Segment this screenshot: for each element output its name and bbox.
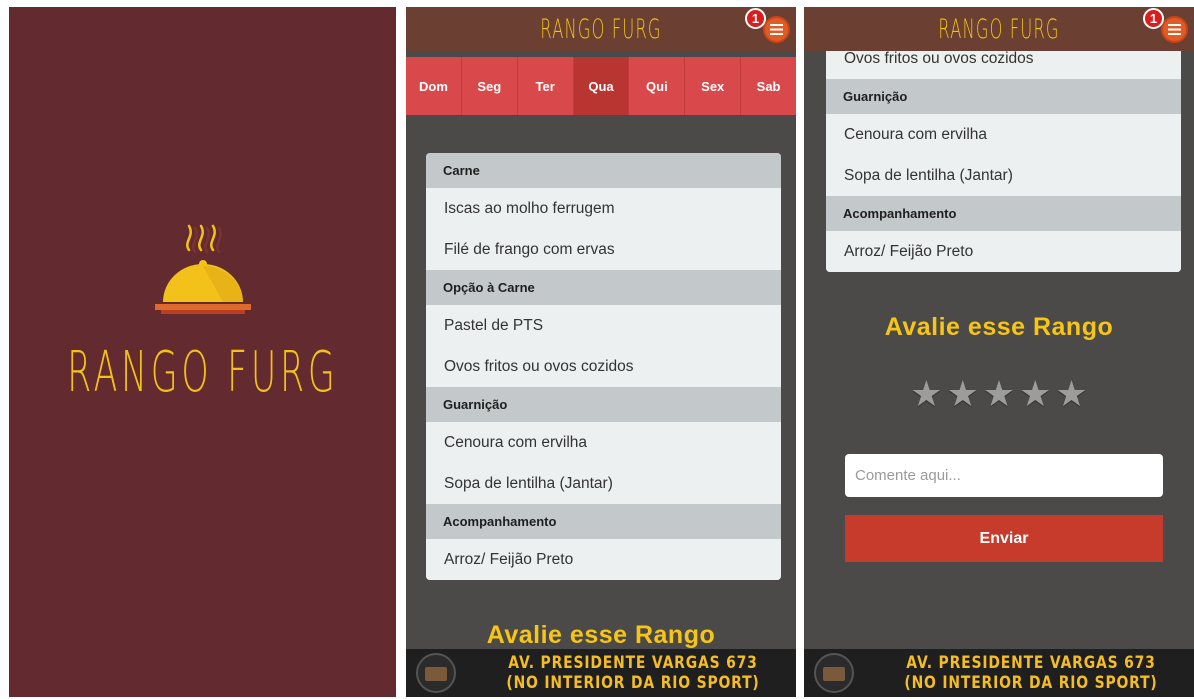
tab-dom[interactable]: Dom	[406, 57, 462, 115]
menu-screen: RANGO FURG 1 Dom Seg Ter Qua Qui Sex Sab…	[406, 7, 796, 697]
menu-item: Pastel de PTS	[426, 305, 781, 346]
top-bar: RANGO FURG 1	[804, 7, 1194, 51]
category-header: Acompanhamento	[426, 504, 781, 539]
category-header: Guarnição	[826, 79, 1181, 114]
star-icon[interactable]: ★	[947, 376, 979, 412]
menu-button[interactable]	[763, 16, 790, 43]
hamburger-icon	[770, 24, 783, 35]
star-icon[interactable]: ★	[910, 376, 942, 412]
hamburger-icon	[1168, 24, 1181, 35]
menu-card: Carne Iscas ao molho ferrugem Filé de fr…	[426, 153, 781, 580]
app-title: RANGO FURG	[540, 13, 662, 45]
category-header: Guarnição	[426, 387, 781, 422]
ad-text-line1: AV. PRESIDENTE VARGAS 673	[508, 653, 758, 673]
category-header: Opção à Carne	[426, 270, 781, 305]
menu-item: Filé de frango com ervas	[426, 229, 781, 270]
notification-badge[interactable]: 1	[745, 8, 766, 29]
menu-item: Arroz/ Feijão Preto	[426, 539, 781, 580]
ad-text-line2: (NO INTERIOR DA RIO SPORT)	[904, 673, 1158, 693]
ad-banner[interactable]: AV. PRESIDENTE VARGAS 673 (NO INTERIOR D…	[804, 649, 1194, 697]
star-icon[interactable]: ★	[1019, 376, 1051, 412]
comment-input[interactable]	[845, 454, 1163, 497]
splash-title: RANGO FURG	[66, 340, 339, 405]
menu-item: Ovos fritos ou ovos cozidos	[426, 346, 781, 387]
tab-qua[interactable]: Qua	[573, 57, 630, 115]
ad-logo	[416, 653, 456, 693]
tab-ter[interactable]: Ter	[518, 57, 574, 115]
tab-sex[interactable]: Sex	[685, 57, 742, 115]
menu-button[interactable]	[1161, 16, 1188, 43]
menu-item: Arroz/ Feijão Preto	[826, 231, 1181, 272]
star-icon[interactable]: ★	[983, 376, 1015, 412]
category-header: Carne	[426, 153, 781, 188]
menu-item: Sopa de lentilha (Jantar)	[426, 463, 781, 504]
menu-item: Cenoura com ervilha	[826, 114, 1181, 155]
app-title: RANGO FURG	[938, 13, 1060, 45]
food-cloche-icon	[154, 224, 251, 314]
notification-badge[interactable]: 1	[1143, 8, 1164, 29]
ad-text-line2: (NO INTERIOR DA RIO SPORT)	[506, 673, 760, 693]
category-header: Acompanhamento	[826, 196, 1181, 231]
tab-qui[interactable]: Qui	[629, 57, 686, 115]
ad-text-line1: AV. PRESIDENTE VARGAS 673	[906, 653, 1156, 673]
top-bar: RANGO FURG 1	[406, 7, 796, 51]
menu-item: Cenoura com ervilha	[426, 422, 781, 463]
star-icon[interactable]: ★	[1055, 376, 1087, 412]
rating-title: Avalie esse Rango	[884, 313, 1114, 341]
rating-screen: RANGO FURG 1 Ovos fritos ou ovos cozidos…	[804, 7, 1194, 697]
splash-logo: RANGO FURG	[9, 222, 396, 401]
send-button[interactable]: Enviar	[845, 515, 1163, 562]
rating-title: Avalie esse Rango	[486, 621, 716, 649]
menu-item: Sopa de lentilha (Jantar)	[826, 155, 1181, 196]
menu-item: Iscas ao molho ferrugem	[426, 188, 781, 229]
tab-seg[interactable]: Seg	[462, 57, 518, 115]
tab-sab[interactable]: Sab	[741, 57, 796, 115]
ad-banner[interactable]: AV. PRESIDENTE VARGAS 673 (NO INTERIOR D…	[406, 649, 796, 697]
ad-logo	[814, 653, 854, 693]
splash-screen: RANGO FURG	[9, 7, 396, 697]
weekday-tabs: Dom Seg Ter Qua Qui Sex Sab	[406, 57, 796, 115]
star-rating: ★ ★ ★ ★ ★	[804, 376, 1194, 412]
